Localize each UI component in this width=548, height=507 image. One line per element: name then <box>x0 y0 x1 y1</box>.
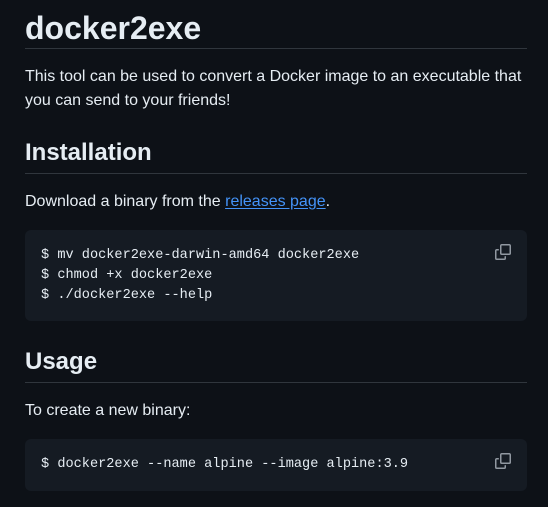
installation-text-before: Download a binary from the <box>25 193 226 210</box>
copy-button[interactable] <box>493 242 513 262</box>
usage-text: To create a new binary: <box>25 402 191 419</box>
code-line: $ docker2exe --name alpine --image alpin… <box>41 457 409 472</box>
usage-heading: Usage <box>25 345 527 383</box>
installation-text: Download a binary from the releases page… <box>25 190 527 214</box>
copy-icon <box>495 453 511 469</box>
usage-code-block: $ docker2exe --name alpine --image alpin… <box>25 439 527 491</box>
readme-content: docker2exe This tool can be used to conv… <box>25 0 527 491</box>
copy-button[interactable] <box>493 451 513 471</box>
installation-code: $ mv docker2exe-darwin-amd64 docker2exe … <box>41 246 511 306</box>
code-line: $ chmod +x docker2exe <box>41 268 213 283</box>
releases-page-link[interactable]: releases page <box>225 193 326 210</box>
installation-heading: Installation <box>25 137 527 174</box>
code-line: $ mv docker2exe-darwin-amd64 docker2exe <box>41 248 360 263</box>
page-title: docker2exe <box>25 0 527 49</box>
usage-code: $ docker2exe --name alpine --image alpin… <box>41 455 511 475</box>
installation-code-block: $ mv docker2exe-darwin-amd64 docker2exe … <box>25 230 527 321</box>
installation-text-after: . <box>325 193 331 210</box>
copy-icon <box>495 244 511 260</box>
intro-text: This tool can be used to convert a Docke… <box>25 68 522 109</box>
code-line: $ ./docker2exe --help <box>41 288 213 303</box>
